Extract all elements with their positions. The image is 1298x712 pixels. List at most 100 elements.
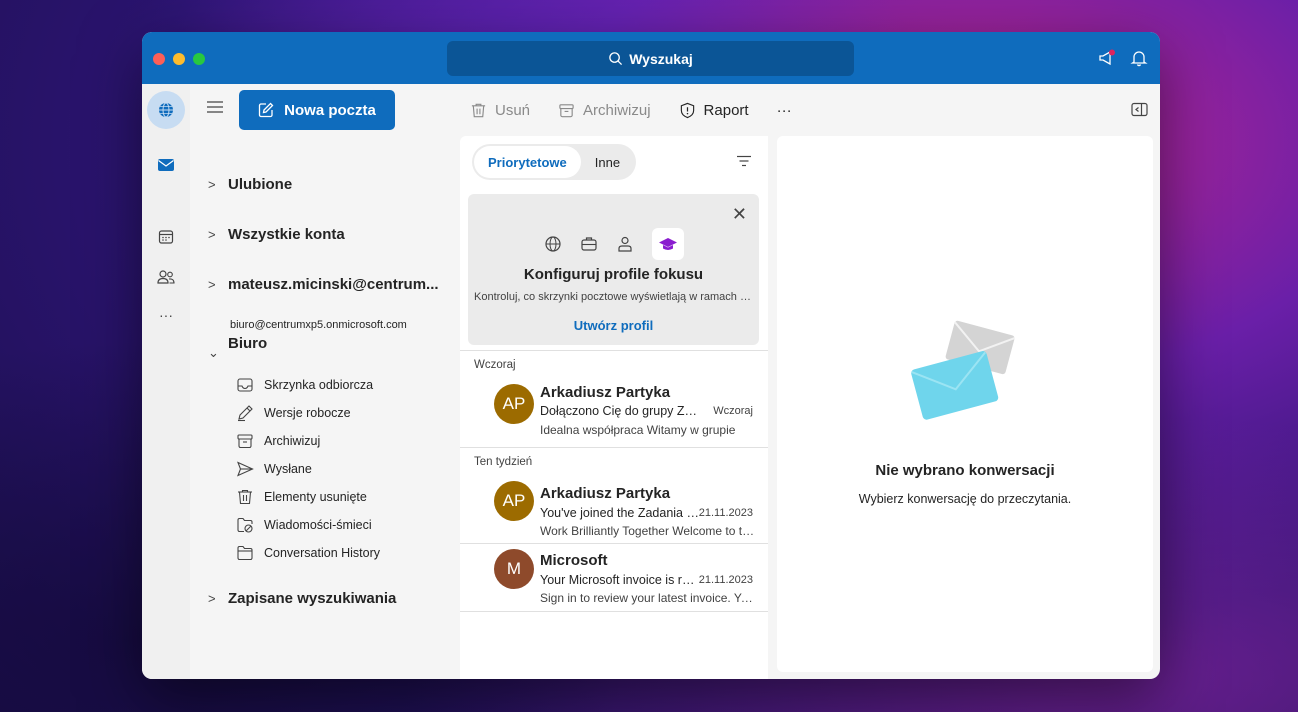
folder-label: Skrzynka odbiorcza (264, 378, 374, 392)
tab-focused[interactable]: Priorytetowe (474, 146, 581, 178)
message-date: Wczoraj (713, 405, 753, 417)
inbox-icon (237, 378, 253, 392)
calendar-nav-button[interactable] (142, 229, 190, 245)
message-preview: Work Brilliantly Together Welcome to the… (540, 524, 755, 538)
folder-inbox[interactable]: Skrzynka odbiorcza (236, 376, 373, 394)
section-favorites[interactable]: > Ulubione (208, 176, 292, 193)
search-label: Wyszukaj (629, 50, 693, 67)
chevron-down-icon: ⌄ (208, 345, 219, 360)
close-window-button[interactable] (153, 53, 165, 65)
trash-icon (471, 103, 486, 117)
person-icon[interactable] (616, 235, 634, 253)
mail-icon (158, 159, 174, 171)
chevron-right-icon: > (208, 277, 216, 292)
avatar: AP (494, 384, 534, 424)
message-date: 21.11.2023 (698, 574, 753, 586)
folder-label: Archiwizuj (264, 434, 321, 448)
folder-icon (237, 545, 253, 561)
calendar-icon (158, 230, 174, 244)
section-saved-searches[interactable]: > Zapisane wyszukiwania (208, 590, 396, 607)
people-nav-button[interactable] (142, 269, 190, 285)
bell-icon[interactable] (1130, 49, 1148, 67)
divider (460, 447, 768, 448)
shield-icon (680, 102, 694, 118)
people-icon (157, 270, 175, 284)
report-button[interactable]: Raport (679, 102, 749, 119)
message-preview: Idealna współpraca Witamy w grupie (540, 423, 736, 437)
report-label: Raport (703, 101, 749, 119)
delete-button[interactable]: Usuń (470, 102, 530, 119)
folder-deleted[interactable]: Elementy usunięte (236, 488, 367, 506)
message-date: 21.11.2023 (698, 507, 753, 519)
section-saved-searches-label: Zapisane wyszukiwania (228, 590, 397, 607)
divider (460, 611, 768, 612)
folder-conversation-history[interactable]: Conversation History (236, 544, 380, 562)
megaphone-icon[interactable] (1098, 49, 1116, 67)
folder-label: Wiadomości-śmieci (264, 518, 372, 532)
avatar: AP (494, 481, 534, 521)
new-mail-label: Nowa poczta (284, 101, 376, 119)
section-account-mateusz[interactable]: > mateusz.micinski@centrum... (208, 276, 439, 293)
folder-label: Conversation History (264, 546, 381, 560)
reading-pane: Nie wybrano konwersacji Wybierz konwersa… (777, 136, 1153, 672)
graduation-cap-icon (658, 238, 677, 250)
folder-junk[interactable]: Wiadomości-śmieci (236, 516, 372, 534)
mail-nav-button[interactable] (142, 157, 190, 173)
section-favorites-label: Ulubione (228, 176, 293, 193)
divider (460, 350, 768, 351)
message-sender: Arkadiusz Partyka (540, 485, 671, 502)
panel-toggle-icon (1131, 102, 1148, 117)
accounts-globe-button[interactable] (147, 91, 185, 129)
drafts-icon (238, 405, 253, 422)
filter-button[interactable] (736, 154, 752, 172)
inbox-tabs: Priorytetowe Inne (472, 144, 637, 180)
more-actions-button[interactable]: ··· (777, 102, 792, 119)
search-box[interactable]: Wyszukaj (447, 41, 854, 76)
folder-drafts[interactable]: Wersje robocze (236, 404, 351, 422)
focus-card-description: Kontroluj, co skrzynki pocztowe wyświetl… (474, 291, 753, 303)
chevron-right-icon: > (208, 177, 216, 192)
education-profile-option[interactable] (651, 228, 684, 260)
avatar: M (494, 549, 534, 589)
junk-icon (237, 517, 253, 533)
message-sender: Microsoft (540, 552, 608, 569)
toggle-reading-pane-button[interactable] (1131, 102, 1148, 122)
minimize-window-button[interactable] (173, 53, 185, 65)
section-office-label: Biuro (228, 334, 268, 352)
tab-other[interactable]: Inne (581, 146, 634, 178)
folder-sent[interactable]: Wysłane (236, 460, 312, 478)
archive-icon (559, 103, 574, 117)
close-icon[interactable]: ✕ (732, 204, 747, 225)
create-profile-link[interactable]: Utwórz profil (468, 318, 759, 333)
group-header-yesterday: Wczoraj (474, 359, 516, 371)
folder-pane: Nowa poczta > Ulubione > Wszystkie konta… (190, 84, 460, 679)
message-subject: You've joined the Zadania group (540, 506, 700, 520)
title-bar: Wyszukaj (142, 32, 1160, 84)
message-sender: Arkadiusz Partyka (540, 384, 671, 401)
message-list-pane: Priorytetowe Inne ✕ Konfiguruj profile f… (460, 136, 768, 679)
folder-archive[interactable]: Archiwizuj (236, 432, 320, 450)
archive-button[interactable]: Archiwizuj (558, 102, 651, 119)
zoom-window-button[interactable] (193, 53, 205, 65)
message-item[interactable]: M Microsoft Your Microsoft invoice is re… (460, 544, 768, 640)
section-all-accounts[interactable]: > Wszystkie konta (208, 226, 345, 243)
globe-icon[interactable] (544, 235, 562, 253)
group-header-this-week: Ten tydzień (474, 456, 533, 468)
focus-profile-card: ✕ Konfiguruj profile fokusu Kontroluj, c… (468, 194, 759, 345)
command-toolbar: Usuń Archiwizuj Raport ··· (460, 84, 1160, 136)
message-subject: Dołączono Cię do grupy Zadania (540, 404, 700, 418)
more-apps-button[interactable]: ··· (142, 307, 190, 323)
folder-label: Wersje robocze (264, 406, 351, 420)
folder-label: Elementy usunięte (264, 490, 367, 504)
archive-icon (237, 434, 253, 449)
archive-label: Archiwizuj (583, 101, 651, 119)
focus-profile-icons (468, 228, 759, 260)
briefcase-icon[interactable] (580, 235, 598, 253)
compose-icon (259, 102, 274, 118)
hamburger-icon (207, 101, 223, 113)
new-mail-button[interactable]: Nowa poczta (239, 90, 395, 130)
hamburger-menu-button[interactable] (206, 100, 224, 119)
office-account-email: biuro@centrumxp5.onmicrosoft.com (230, 319, 407, 331)
envelopes-illustration (911, 320, 1016, 420)
sent-icon (237, 461, 254, 477)
